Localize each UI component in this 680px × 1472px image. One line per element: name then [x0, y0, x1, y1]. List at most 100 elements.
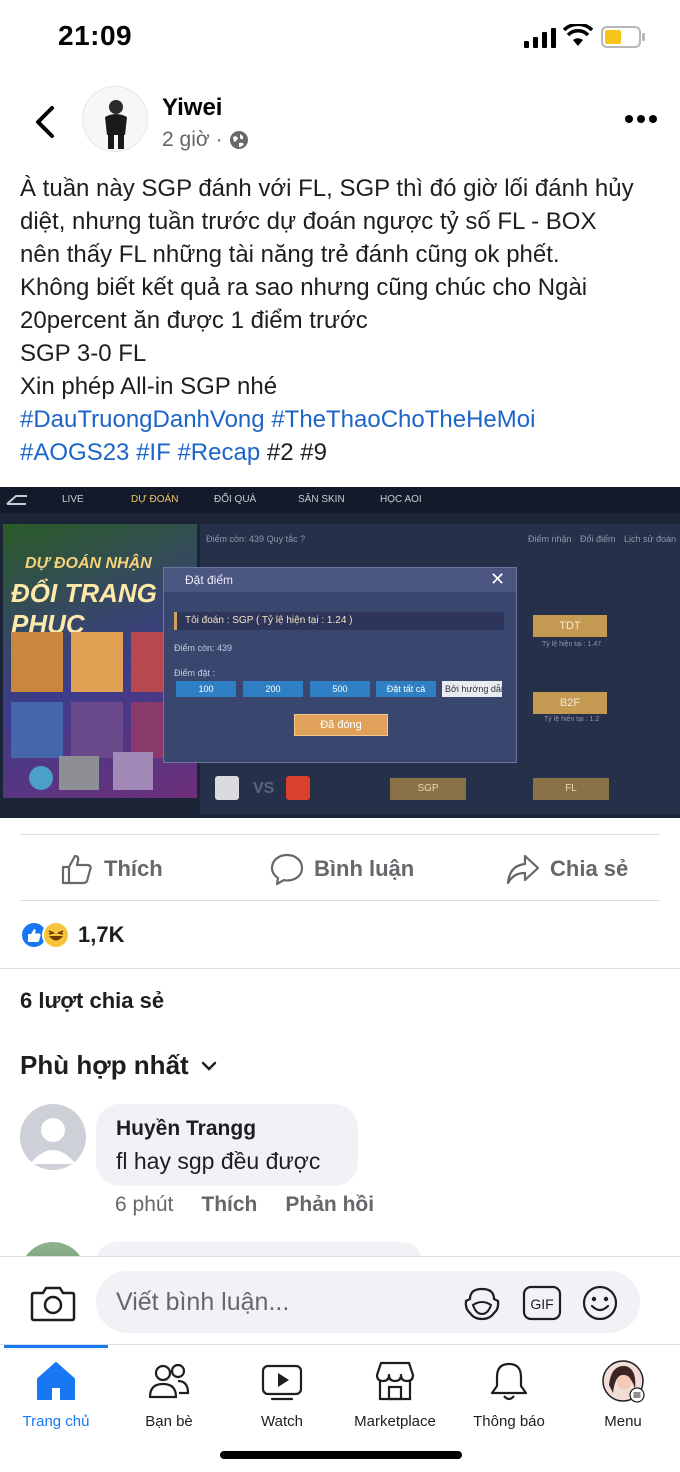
avatar-sticker-icon[interactable] — [462, 1283, 502, 1323]
game-link: Lịch sử đoán — [624, 534, 677, 544]
modal-points-value: 439 — [217, 643, 233, 653]
plain-tag: #9 — [300, 439, 327, 466]
post-header: Yiwei 2 giờ · — [0, 84, 680, 170]
commenter-name[interactable]: Huyền Trangg — [116, 1117, 256, 1141]
globe-icon — [229, 131, 248, 149]
game-logo-icon — [6, 495, 27, 505]
comment-like-button[interactable]: Thích — [201, 1193, 257, 1217]
post-image[interactable]: LIVE DỰ ĐOÁN ĐỔI QUÀ SĂN SKIN HỌC AOI DỰ… — [0, 487, 680, 818]
amount-button: Đặt tất cả — [376, 681, 436, 697]
emoji-icon[interactable] — [580, 1283, 620, 1323]
comment-actions: 6 phút Thích Phản hồi — [115, 1193, 374, 1217]
closed-button: Đã đóng — [294, 714, 388, 736]
plain-tag: #2 — [266, 439, 294, 466]
meta-dot: · — [215, 128, 223, 151]
game-link: Điểm nhận — [528, 534, 572, 544]
hashtag-link[interactable]: #AOGS23 — [20, 439, 129, 466]
team-rate: Tỷ lệ hiện tại : 1.47 — [542, 641, 602, 648]
comment-input[interactable] — [116, 1285, 456, 1319]
bet-modal: Đặt điểm ✕ Tôi đoán : SGP ( Tỷ lệ hiện t… — [163, 567, 517, 763]
default-avatar-icon — [30, 1118, 76, 1164]
camera-icon[interactable] — [30, 1283, 76, 1323]
battery-icon — [601, 26, 645, 48]
comment-reply-button[interactable]: Phản hồi — [285, 1193, 374, 1217]
hashtag-link[interactable]: #TheThaoChoTheHeMoi — [271, 406, 535, 433]
game-tab: HỌC AOI — [380, 494, 422, 505]
divider — [0, 968, 680, 969]
sort-label: Phù hợp nhất — [20, 1050, 189, 1080]
share-count[interactable]: 6 lượt chia sẻ — [20, 988, 164, 1014]
comment-sort-dropdown[interactable]: Phù hợp nhất — [20, 1050, 217, 1081]
home-indicator — [220, 1451, 462, 1459]
person-avatar-icon — [83, 87, 147, 151]
status-bar: 21:09 — [0, 0, 680, 80]
post-line: 20percent ăn được 1 điểm trước — [20, 307, 368, 334]
nav-watch-label: Watch — [261, 1413, 303, 1430]
post-line: nên thấy FL những tài năng trẻ đánh cũng… — [20, 241, 560, 268]
amount-button: 100 — [176, 681, 236, 697]
nav-menu[interactable]: Menu — [568, 1359, 678, 1430]
fl-logo — [286, 776, 310, 800]
modal-points-label: Điểm còn: — [174, 643, 215, 653]
nav-marketplace-label: Marketplace — [354, 1413, 436, 1430]
status-time: 21:09 — [58, 20, 133, 51]
nav-menu-label: Menu — [604, 1413, 642, 1430]
svg-text:GIF: GIF — [530, 1296, 553, 1312]
hashtag-line: #AOGS23 #IF #Recap #2 #9 — [20, 436, 668, 469]
amount-button: 200 — [243, 681, 303, 697]
nav-friends[interactable]: Bạn bè — [114, 1359, 224, 1430]
team-rate: Tỷ lệ hiện tại : 1.2 — [544, 716, 600, 723]
share-button[interactable]: Chia sẻ — [506, 851, 628, 887]
close-icon: ✕ — [490, 569, 506, 589]
nav-home[interactable]: Trang chủ — [1, 1359, 111, 1430]
bet-sgp-button: SGP — [390, 778, 466, 800]
like-label: Thích — [104, 856, 163, 881]
friends-icon — [148, 1363, 190, 1399]
nav-marketplace[interactable]: Marketplace — [340, 1359, 450, 1430]
post-line: À tuần này SGP đánh với FL, SGP thì đó g… — [20, 175, 634, 202]
author-name[interactable]: Yiwei — [162, 94, 222, 122]
comment-button[interactable]: Bình luận — [270, 851, 414, 887]
game-tab: SĂN SKIN — [298, 494, 345, 505]
post-time[interactable]: 2 giờ — [162, 128, 210, 152]
nav-notifications[interactable]: Thông báo — [454, 1359, 564, 1430]
team-button: TDT — [533, 615, 607, 637]
comment-composer: GIF — [0, 1256, 680, 1344]
reactions-summary[interactable]: 1,7K — [20, 919, 124, 951]
amount-button: 500 — [310, 681, 370, 697]
post-line: Không biết kết quả ra sao nhưng cũng chú… — [20, 274, 588, 301]
more-options-icon[interactable] — [624, 114, 658, 124]
signal-icon — [524, 28, 556, 48]
hashtag-link[interactable]: #Recap — [177, 439, 260, 466]
comment-input-box[interactable]: GIF — [96, 1271, 640, 1333]
team-button: B2F — [533, 692, 607, 714]
post-text: À tuần này SGP đánh với FL, SGP thì đó g… — [20, 172, 668, 469]
like-button[interactable]: Thích — [60, 851, 163, 887]
vs-label: VS — [253, 780, 275, 797]
game-topbar: LIVE DỰ ĐOÁN ĐỔI QUÀ SĂN SKIN HỌC AOI — [0, 487, 680, 513]
post-line: Xin phép All-in SGP nhé — [20, 373, 278, 400]
haha-reaction-icon — [42, 921, 70, 949]
nav-notifications-label: Thông báo — [473, 1413, 545, 1430]
comment-icon — [270, 853, 304, 886]
gif-icon[interactable]: GIF — [522, 1283, 562, 1323]
hashtag-line: #DauTruongDanhVong #TheThaoChoTheHeMoi — [20, 403, 668, 436]
modal-title: Đặt điểm — [185, 573, 234, 587]
nav-watch[interactable]: Watch — [227, 1359, 337, 1430]
commenter-avatar[interactable] — [20, 1104, 86, 1170]
wifi-icon — [563, 24, 593, 46]
post-line: SGP 3-0 FL — [20, 340, 147, 367]
author-avatar[interactable] — [82, 86, 148, 152]
reaction-count: 1,7K — [78, 922, 125, 947]
hashtag-link[interactable]: #IF — [136, 439, 171, 466]
chevron-down-icon — [201, 1061, 216, 1071]
post-meta: 2 giờ · — [162, 128, 249, 152]
modal-header: Đặt điểm ✕ — [164, 568, 516, 592]
active-tab-indicator — [4, 1345, 108, 1348]
post-line: diệt, nhưng tuần trước dự đoán ngược tỷ … — [20, 208, 597, 235]
promo-title: DỰ ĐOÁN NHẬN — [25, 555, 152, 572]
back-arrow-icon[interactable] — [30, 104, 60, 140]
nav-home-label: Trang chủ — [22, 1413, 90, 1430]
sgp-logo — [215, 776, 239, 800]
hashtag-link[interactable]: #DauTruongDanhVong — [20, 406, 265, 433]
